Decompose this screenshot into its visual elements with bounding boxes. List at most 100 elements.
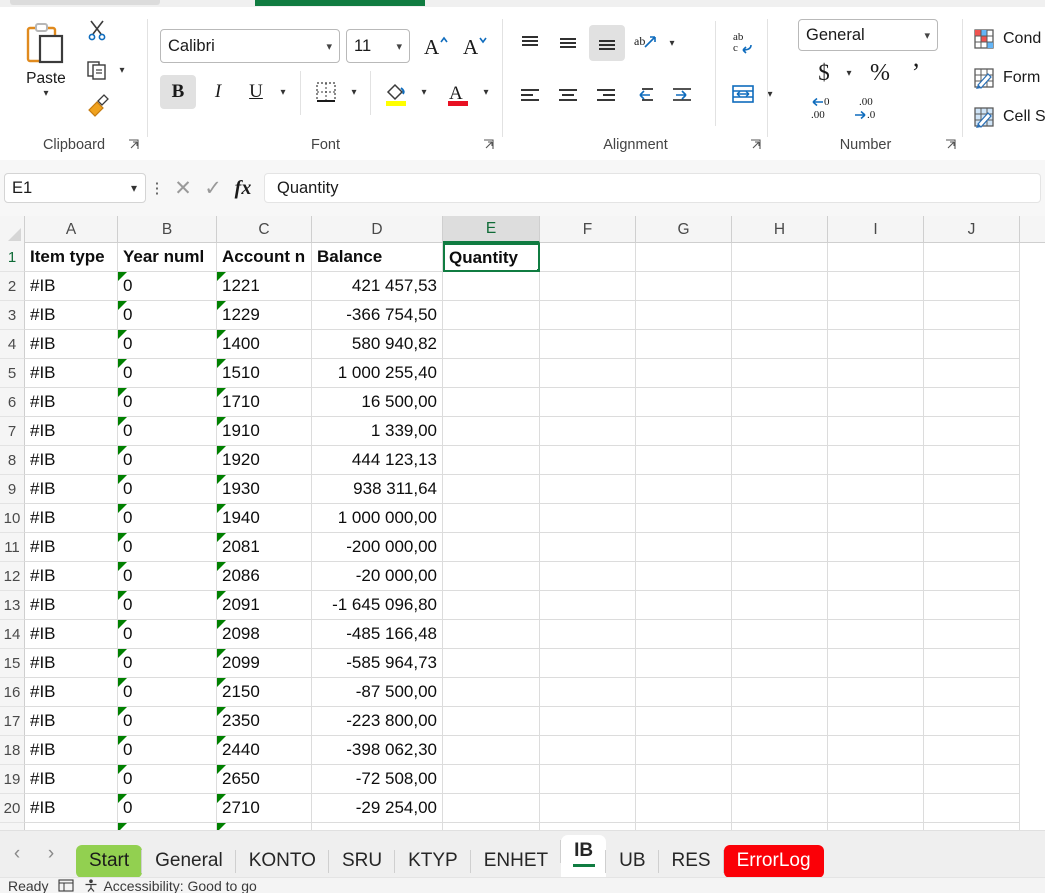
cell-E9[interactable] [443,475,540,504]
sheet-tab-start[interactable]: Start [76,845,142,878]
cell-C4[interactable]: 1400 [217,330,312,359]
column-header-d[interactable]: D [312,216,443,243]
row-header-11[interactable]: 11 [0,533,25,562]
increase-indent-button[interactable] [665,79,699,111]
cell-F20[interactable] [540,794,636,823]
sheet-tab-konto[interactable]: KONTO [236,845,329,878]
cell-J15[interactable] [924,649,1020,678]
cell-J19[interactable] [924,765,1020,794]
orientation-dropdown-button[interactable]: ▾ [663,27,681,59]
row-header-8[interactable]: 8 [0,446,25,475]
ribbon-tab-home-active[interactable] [255,0,425,6]
cell-D15[interactable]: -585 964,73 [312,649,443,678]
cell-B15[interactable]: 0 [118,649,217,678]
cell-G11[interactable] [636,533,732,562]
align-bottom-button[interactable] [589,25,625,61]
cell-F12[interactable] [540,562,636,591]
cell-B10[interactable]: 0 [118,504,217,533]
cell-I12[interactable] [828,562,924,591]
row-header-1[interactable]: 1 [0,243,25,272]
cell-A1[interactable]: Item type [25,243,118,272]
cell-F16[interactable] [540,678,636,707]
row-header-17[interactable]: 17 [0,707,25,736]
cell-F8[interactable] [540,446,636,475]
cancel-entry-button[interactable]: ✕ [168,173,198,203]
cell-J14[interactable] [924,620,1020,649]
previous-sheet-button[interactable]: ‹ [0,837,34,871]
cell-G4[interactable] [636,330,732,359]
align-top-button[interactable] [513,27,547,59]
cell-I15[interactable] [828,649,924,678]
row-header-10[interactable]: 10 [0,504,25,533]
cell-F1[interactable] [540,243,636,272]
cell-H2[interactable] [732,272,828,301]
cell-G3[interactable] [636,301,732,330]
cell-J6[interactable] [924,388,1020,417]
cell-G6[interactable] [636,388,732,417]
cell-J9[interactable] [924,475,1020,504]
cell-G17[interactable] [636,707,732,736]
cell-D12[interactable]: -20 000,00 [312,562,443,591]
cell-B5[interactable]: 0 [118,359,217,388]
row-header-20[interactable]: 20 [0,794,25,823]
cell-C17[interactable]: 2350 [217,707,312,736]
cell-C20[interactable]: 2710 [217,794,312,823]
increase-decimal-button[interactable]: 0 .00 [806,93,846,123]
cell-C10[interactable]: 1940 [217,504,312,533]
bold-button[interactable]: B [160,75,196,109]
cell-H17[interactable] [732,707,828,736]
cell-I1[interactable] [828,243,924,272]
font-color-button[interactable]: A [440,75,476,111]
cell-D18[interactable]: -398 062,30 [312,736,443,765]
font-color-dropdown-button[interactable]: ▾ [476,75,496,109]
cell-C8[interactable]: 1920 [217,446,312,475]
copy-button[interactable] [82,55,112,85]
cell-B4[interactable]: 0 [118,330,217,359]
row-header-3[interactable]: 3 [0,301,25,330]
cell-A6[interactable]: #IB [25,388,118,417]
cell-A9[interactable]: #IB [25,475,118,504]
fill-color-button[interactable] [378,75,414,111]
cell-B17[interactable]: 0 [118,707,217,736]
cell-C5[interactable]: 1510 [217,359,312,388]
cell-B12[interactable]: 0 [118,562,217,591]
row-header-15[interactable]: 15 [0,649,25,678]
cell-G13[interactable] [636,591,732,620]
row-header-9[interactable]: 9 [0,475,25,504]
cell-F11[interactable] [540,533,636,562]
cell-F15[interactable] [540,649,636,678]
cell-G10[interactable] [636,504,732,533]
alignment-dialog-launcher[interactable] [750,139,762,151]
font-name-combo[interactable]: Calibri ▾ [160,29,340,63]
cell-F5[interactable] [540,359,636,388]
align-center-button[interactable] [551,79,585,111]
cell-E19[interactable] [443,765,540,794]
cell-G15[interactable] [636,649,732,678]
cell-E13[interactable] [443,591,540,620]
column-header-c[interactable]: C [217,216,312,243]
conditional-formatting-button[interactable]: Cond [973,25,1041,53]
percent-style-button[interactable]: % [864,57,896,89]
cell-J3[interactable] [924,301,1020,330]
cell-A14[interactable]: #IB [25,620,118,649]
cell-C7[interactable]: 1910 [217,417,312,446]
cell-B6[interactable]: 0 [118,388,217,417]
decrease-indent-button[interactable] [627,79,661,111]
underline-button[interactable]: U [239,75,273,109]
cell-D17[interactable]: -223 800,00 [312,707,443,736]
cell-B16[interactable]: 0 [118,678,217,707]
chevron-down-icon[interactable]: ▾ [396,40,409,53]
cell-G18[interactable] [636,736,732,765]
cell-F7[interactable] [540,417,636,446]
merge-and-center-button[interactable] [725,77,761,111]
cell-H8[interactable] [732,446,828,475]
fill-handle[interactable] [536,268,540,272]
cell-A16[interactable]: #IB [25,678,118,707]
cell-H4[interactable] [732,330,828,359]
ribbon-tab-inactive[interactable] [10,0,160,5]
cell-J10[interactable] [924,504,1020,533]
cell-I9[interactable] [828,475,924,504]
cell-H20[interactable] [732,794,828,823]
align-right-button[interactable] [589,79,623,111]
cell-H7[interactable] [732,417,828,446]
